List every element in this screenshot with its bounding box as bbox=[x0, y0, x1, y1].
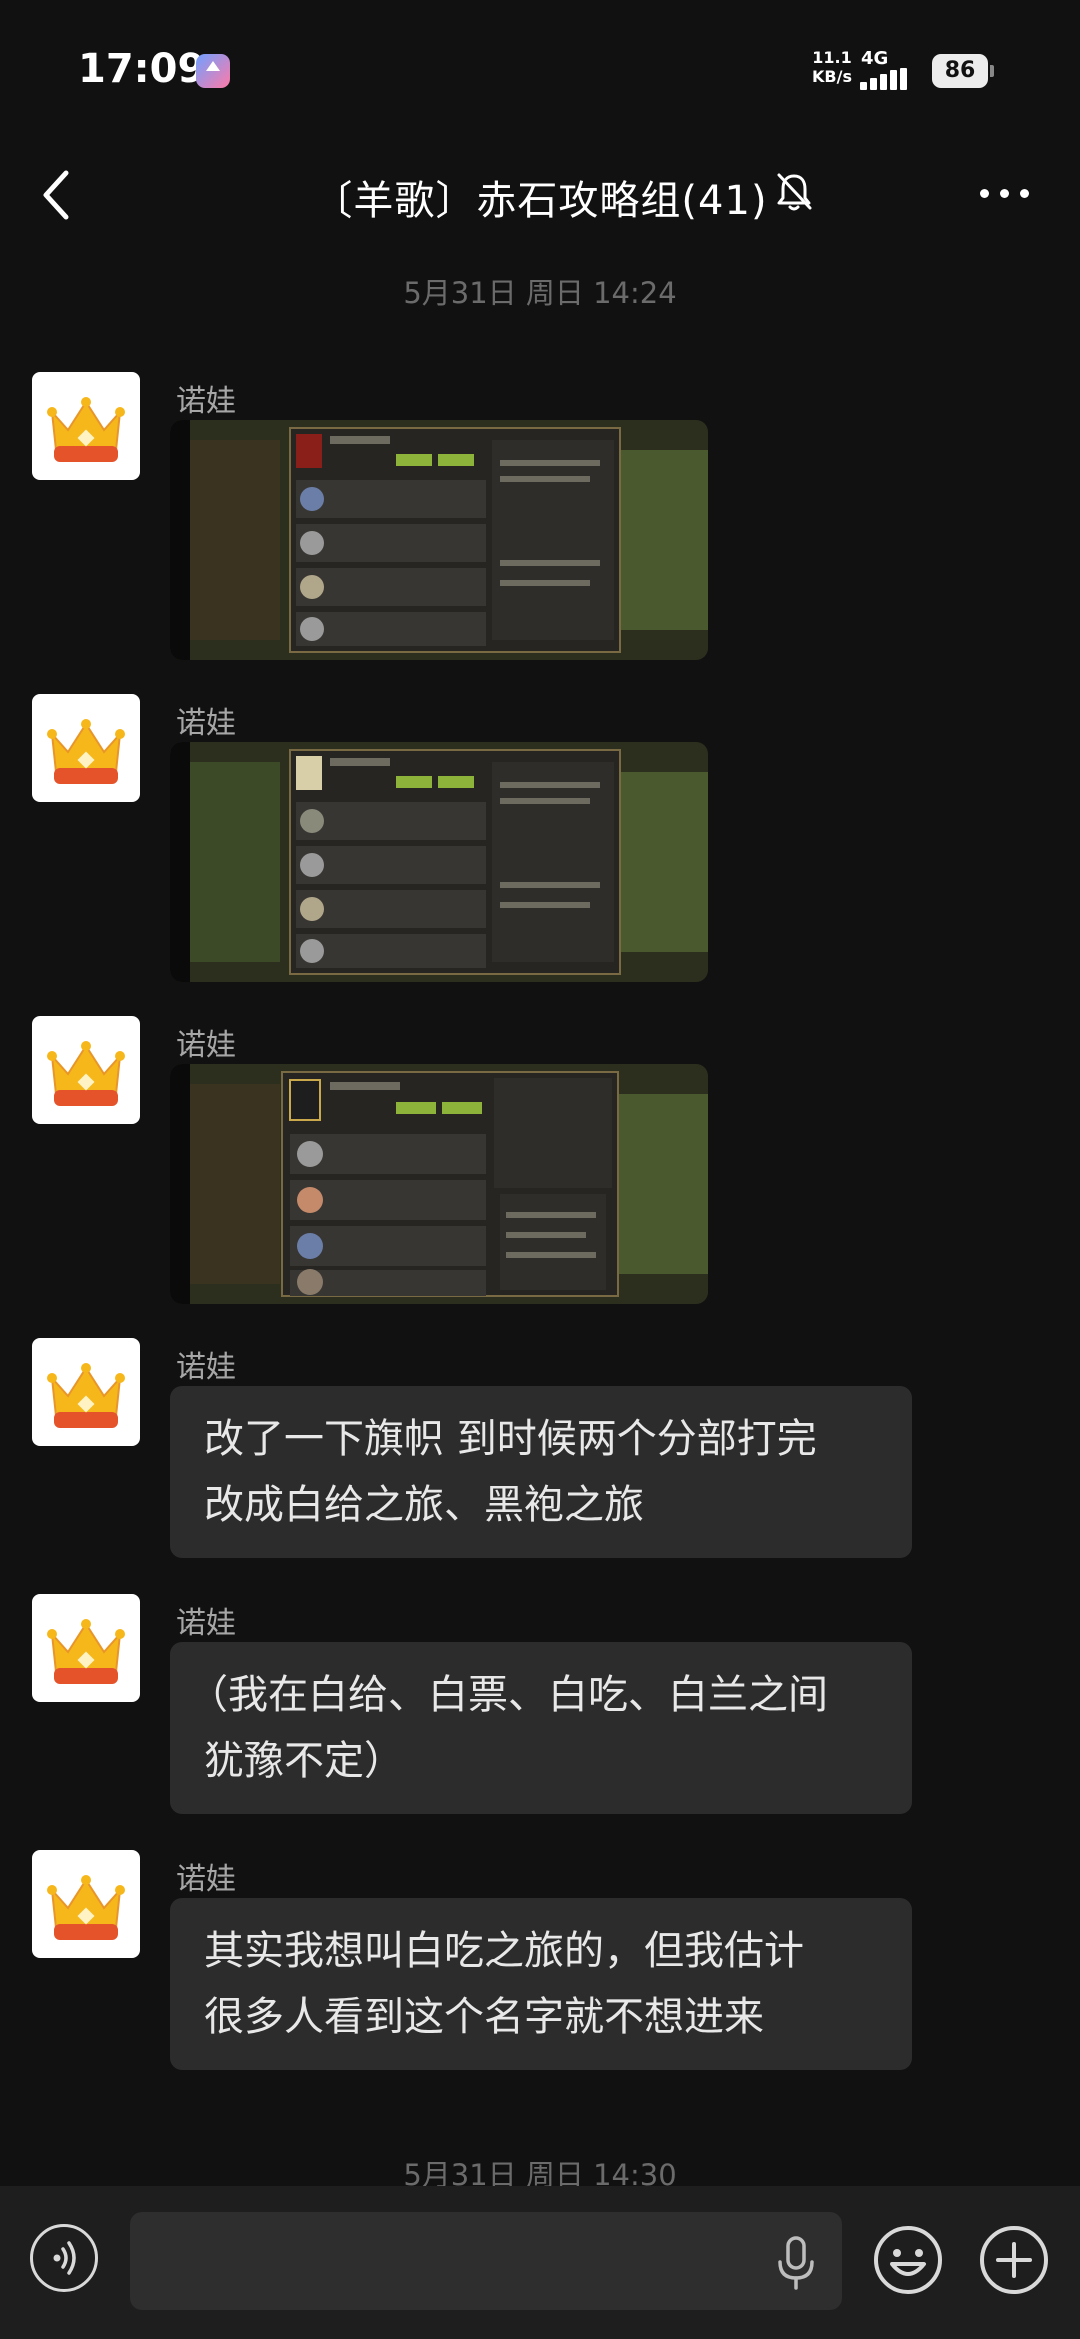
avatar[interactable] bbox=[32, 1850, 140, 1958]
battery-indicator: 86 bbox=[932, 54, 994, 88]
plus-icon[interactable] bbox=[978, 2224, 1050, 2296]
image-message[interactable] bbox=[170, 420, 708, 660]
message-line: 其实我想叫白吃之旅的，但我估计 bbox=[204, 1928, 804, 1974]
text-message-bubble[interactable]: 改了一下旗帜 到时候两个分部打完 改成白给之旅、黑袍之旅 bbox=[170, 1386, 912, 1558]
timestamp: 5月31日 周日 14:24 bbox=[403, 276, 677, 310]
voice-icon[interactable] bbox=[30, 2224, 98, 2292]
avatar[interactable] bbox=[32, 372, 140, 480]
net-speed-unit: KB/s bbox=[812, 67, 852, 86]
signal-icon bbox=[860, 68, 920, 90]
app-notification-icon bbox=[196, 54, 230, 88]
sender-name: 诺娃 bbox=[176, 1606, 236, 1641]
message-input[interactable] bbox=[130, 2212, 842, 2310]
sender-name: 诺娃 bbox=[176, 1350, 236, 1385]
text-message-bubble[interactable]: 其实我想叫白吃之旅的，但我估计 很多人看到这个名字就不想进来 bbox=[170, 1898, 912, 2070]
image-message[interactable] bbox=[170, 742, 708, 982]
chat-header: 〔羊歌〕赤石攻略组(41) bbox=[0, 140, 1080, 250]
input-bar bbox=[0, 2186, 1080, 2339]
message-line: （我在白给、白票、白吃、白兰之间 bbox=[188, 1672, 828, 1718]
avatar[interactable] bbox=[32, 1338, 140, 1446]
sender-name: 诺娃 bbox=[176, 1862, 236, 1897]
sender-name: 诺娃 bbox=[176, 1028, 236, 1063]
sender-name: 诺娃 bbox=[176, 706, 236, 741]
status-bar: 17:09 11.1 KB/s 4G 86 bbox=[0, 0, 1080, 140]
chat-title[interactable]: 〔羊歌〕赤石攻略组(41) bbox=[0, 168, 1080, 226]
avatar[interactable] bbox=[32, 1016, 140, 1124]
avatar[interactable] bbox=[32, 694, 140, 802]
text-message-bubble[interactable]: （我在白给、白票、白吃、白兰之间 犹豫不定） bbox=[170, 1642, 912, 1814]
sender-name: 诺娃 bbox=[176, 384, 236, 419]
message-line: 改成白给之旅、黑袍之旅 bbox=[204, 1482, 644, 1528]
more-dots-icon[interactable] bbox=[976, 170, 1036, 214]
avatar[interactable] bbox=[32, 1594, 140, 1702]
image-message[interactable] bbox=[170, 1064, 708, 1304]
message-line: 改了一下旗帜 到时候两个分部打完 bbox=[204, 1416, 817, 1462]
net-speed: 11.1 KB/s bbox=[810, 48, 854, 86]
bell-muted-icon bbox=[774, 170, 814, 214]
status-time: 17:09 bbox=[78, 46, 206, 92]
message-line: 犹豫不定） bbox=[204, 1738, 404, 1784]
network-type: 4G bbox=[861, 48, 889, 69]
mic-icon[interactable] bbox=[772, 2234, 820, 2294]
message-line: 很多人看到这个名字就不想进来 bbox=[204, 1994, 764, 2040]
net-speed-value: 11.1 bbox=[812, 48, 852, 67]
emoji-icon[interactable] bbox=[872, 2224, 944, 2296]
